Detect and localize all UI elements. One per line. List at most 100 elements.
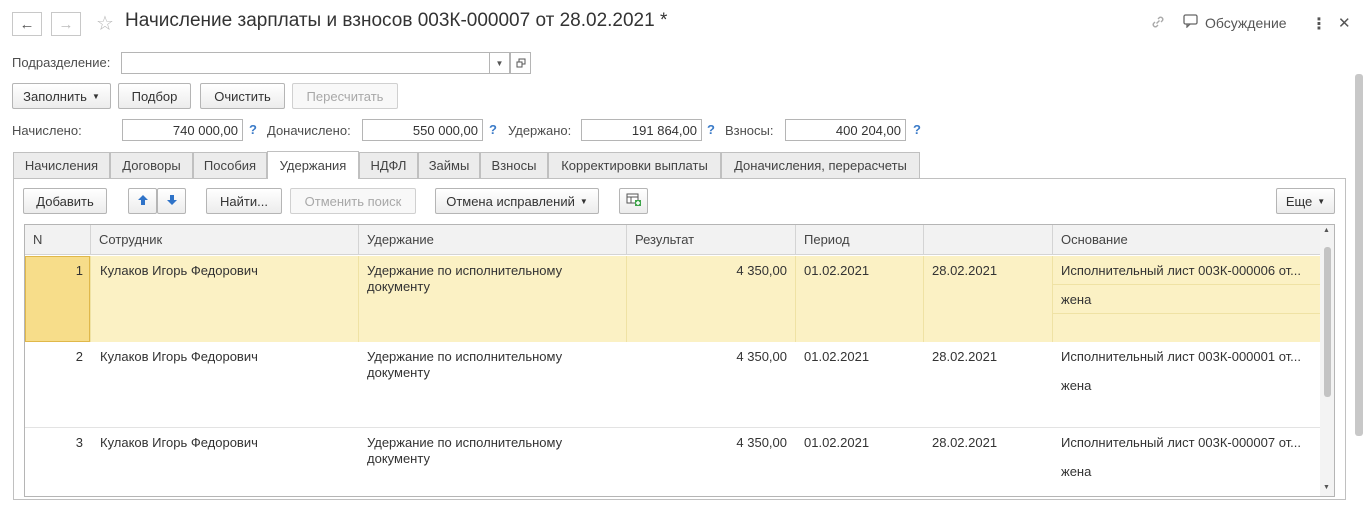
more-button-label: Еще [1285, 193, 1313, 209]
deduction-type: Удержание по исполнительному документу [367, 349, 563, 380]
select-button[interactable]: Подбор [118, 83, 191, 109]
table-scrollbar[interactable]: ▲ ▼ [1320, 225, 1334, 496]
deductions-table[interactable]: N Сотрудник Удержание Результат Период О… [24, 224, 1335, 497]
additional-label: Доначислено: [267, 123, 351, 138]
deduction-type: Удержание по исполнительному документу [367, 263, 563, 294]
column-header-basis[interactable]: Основание [1053, 225, 1321, 255]
tab-contributions[interactable]: Взносы [480, 152, 548, 178]
divider [795, 256, 796, 342]
period-from: 01.02.2021 [804, 435, 870, 450]
scroll-up-icon[interactable]: ▲ [1323, 227, 1330, 234]
table-add-icon [626, 193, 642, 210]
table-settings-button[interactable] [619, 188, 648, 214]
scroll-down-icon[interactable]: ▼ [1323, 484, 1330, 491]
favorite-star-icon[interactable]: ☆ [96, 11, 114, 36]
recalculate-button[interactable]: Пересчитать [292, 83, 398, 109]
contributions-field[interactable]: 400 204,00 [785, 119, 906, 141]
move-down-button[interactable] [157, 188, 186, 214]
arrow-right-icon: → [58, 15, 74, 33]
basis-note: жена [1061, 378, 1092, 393]
tab-contracts[interactable]: Договоры [110, 152, 193, 178]
period-to: 28.02.2021 [932, 263, 998, 278]
column-header-period[interactable]: Период [796, 225, 924, 255]
basis-note: жена [1061, 292, 1092, 307]
tab-benefits[interactable]: Пособия [193, 152, 267, 178]
accrued-help-icon[interactable]: ? [249, 122, 257, 137]
result-value: 4 350,00 [736, 435, 787, 450]
basis-document: Исполнительный лист 003К-000001 от... [1061, 349, 1302, 364]
more-menu-icon[interactable]: ⋮ [1311, 14, 1327, 34]
column-header-n[interactable]: N [25, 225, 91, 255]
column-header-period-end[interactable] [924, 225, 1053, 255]
window-scrollbar-thumb[interactable] [1355, 74, 1363, 436]
find-button[interactable]: Найти... [206, 188, 282, 214]
undo-corrections-label: Отмена исправлений [446, 193, 575, 209]
table-scrollbar-thumb[interactable] [1324, 247, 1331, 397]
table-row[interactable]: 2 Кулаков Игорь Федорович Удержание по и… [25, 342, 1321, 428]
forward-button[interactable]: → [51, 12, 81, 36]
discussion-button[interactable]: Обсуждение [1183, 14, 1287, 31]
fill-button[interactable]: Заполнить ▼ [12, 83, 111, 109]
chat-icon [1183, 14, 1198, 31]
additional-help-icon[interactable]: ? [489, 122, 497, 137]
department-label: Подразделение: [12, 55, 111, 70]
accrued-label: Начислено: [12, 123, 82, 138]
accrued-field[interactable]: 740 000,00 [122, 119, 243, 141]
arrow-left-icon: ← [19, 15, 35, 33]
column-header-result[interactable]: Результат [627, 225, 796, 255]
divider [358, 256, 359, 342]
table-row[interactable]: 1 Кулаков Игорь Федорович Удержание по и… [25, 256, 1321, 342]
arrow-down-icon [166, 194, 178, 209]
employee-name: Кулаков Игорь Федорович [100, 349, 258, 364]
cancel-search-button[interactable]: Отменить поиск [290, 188, 416, 214]
deduction-type: Удержание по исполнительному документу [367, 435, 563, 466]
tab-payment-corrections[interactable]: Корректировки выплаты [548, 152, 721, 178]
move-up-button[interactable] [128, 188, 157, 214]
link-icon[interactable] [1150, 14, 1166, 30]
period-to: 28.02.2021 [932, 349, 998, 364]
back-button[interactable]: ← [12, 12, 42, 36]
row-number: 1 [75, 263, 83, 278]
contributions-help-icon[interactable]: ? [913, 122, 921, 137]
tab-recalculations[interactable]: Доначисления, перерасчеты [721, 152, 920, 178]
divider [90, 256, 91, 342]
row-number: 3 [75, 435, 83, 450]
withheld-label: Удержано: [508, 123, 572, 138]
divider [1052, 313, 1321, 314]
chevron-down-icon: ▼ [579, 196, 588, 206]
period-from: 01.02.2021 [804, 349, 870, 364]
page-title: Начисление зарплаты и взносов 003К-00000… [125, 10, 668, 31]
discussion-label: Обсуждение [1205, 14, 1287, 31]
withheld-field[interactable]: 191 864,00 [581, 119, 702, 141]
chevron-down-icon: ▼ [91, 91, 100, 101]
withheld-help-icon[interactable]: ? [707, 122, 715, 137]
column-header-employee[interactable]: Сотрудник [91, 225, 359, 255]
undo-corrections-button[interactable]: Отмена исправлений ▼ [435, 188, 599, 214]
tab-deductions[interactable]: Удержания [267, 151, 359, 179]
basis-note: жена [1061, 464, 1092, 479]
department-open-button[interactable] [510, 52, 531, 74]
result-value: 4 350,00 [736, 263, 787, 278]
department-dropdown-button[interactable]: ▼ [489, 52, 510, 74]
open-window-icon [516, 56, 526, 71]
clear-button[interactable]: Очистить [200, 83, 285, 109]
tab-accruals[interactable]: Начисления [13, 152, 110, 178]
close-icon[interactable]: ✕ [1338, 14, 1351, 32]
employee-name: Кулаков Игорь Федорович [100, 263, 258, 278]
tab-ndfl[interactable]: НДФЛ [359, 152, 418, 178]
basis-document: Исполнительный лист 003К-000007 от... [1061, 435, 1302, 450]
contributions-label: Взносы: [725, 123, 774, 138]
tab-loans[interactable]: Займы [418, 152, 480, 178]
period-to: 28.02.2021 [932, 435, 998, 450]
basis-document: Исполнительный лист 003К-000006 от... [1061, 263, 1302, 278]
table-row[interactable]: 3 Кулаков Игорь Федорович Удержание по и… [25, 428, 1321, 496]
add-button[interactable]: Добавить [23, 188, 107, 214]
column-header-deduction[interactable]: Удержание [359, 225, 627, 255]
period-from: 01.02.2021 [804, 263, 870, 278]
additional-field[interactable]: 550 000,00 [362, 119, 483, 141]
more-button[interactable]: Еще ▼ [1276, 188, 1335, 214]
department-input[interactable] [121, 52, 490, 74]
row-number: 2 [75, 349, 83, 364]
chevron-down-icon: ▼ [1317, 196, 1326, 206]
result-value: 4 350,00 [736, 349, 787, 364]
